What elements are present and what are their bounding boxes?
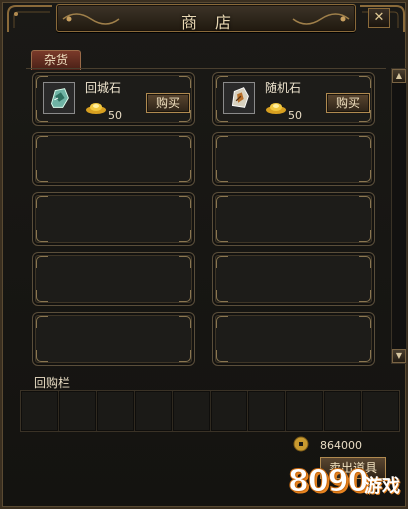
shop-slot-empty[interactable] — [32, 252, 195, 306]
shop-slot-empty[interactable] — [32, 132, 195, 186]
buy-button[interactable]: 购买 — [326, 93, 370, 113]
close-button[interactable]: ✕ — [368, 8, 390, 28]
buyback-slot[interactable] — [134, 391, 173, 431]
shop-slot-empty[interactable] — [32, 192, 195, 246]
item-price: 50 — [108, 109, 122, 122]
close-icon: ✕ — [373, 10, 385, 25]
item-price: 50 — [288, 109, 302, 122]
chevron-up-icon: ▲ — [395, 71, 403, 80]
gold-amount: 864000 — [320, 439, 362, 452]
scroll-down-button[interactable]: ▼ — [392, 349, 406, 363]
coin-icon — [293, 436, 309, 452]
scrollbar[interactable]: ▲ ▼ — [391, 68, 407, 364]
shop-slot-2[interactable]: 随机石 50 购买 — [212, 72, 375, 126]
buyback-slot[interactable] — [172, 391, 211, 431]
corner-ornament-left-icon — [7, 5, 52, 32]
watermark-brand: 8090 — [288, 464, 369, 500]
shop-window: 商店 ✕ 杂货 回城石 50 购买 随机石 50 购买 ▲ ▼ 回购栏 8640… — [0, 0, 408, 509]
shop-slot-empty[interactable] — [212, 132, 375, 186]
shop-slot-empty[interactable] — [32, 312, 195, 366]
title-bar[interactable]: 商店 — [56, 4, 356, 32]
tab-general-goods[interactable]: 杂货 — [31, 50, 81, 70]
return-stone-icon — [43, 82, 75, 114]
buyback-slot[interactable] — [58, 391, 97, 431]
gold-ingot-icon — [86, 103, 106, 114]
buyback-slot[interactable] — [324, 391, 363, 431]
gold-ingot-icon — [266, 103, 286, 114]
buyback-label: 回购栏 — [34, 376, 71, 390]
random-stone-icon — [223, 82, 255, 114]
scroll-up-button[interactable]: ▲ — [392, 69, 406, 83]
shop-slot-empty[interactable] — [212, 192, 375, 246]
buyback-slot[interactable] — [21, 391, 59, 431]
item-name: 随机石 — [265, 81, 302, 95]
shop-slot-1[interactable]: 回城石 50 购买 — [32, 72, 195, 126]
buyback-slot[interactable] — [248, 391, 287, 431]
chevron-down-icon: ▼ — [395, 351, 403, 360]
tab-label: 杂货 — [43, 53, 68, 67]
buyback-bar — [20, 390, 400, 432]
shop-slot-empty[interactable] — [212, 252, 375, 306]
site-watermark: 8090 游戏 — [284, 462, 404, 508]
title-ornament-right-icon — [292, 13, 350, 25]
buyback-slot[interactable] — [96, 391, 135, 431]
buy-button[interactable]: 购买 — [146, 93, 190, 113]
watermark-suffix: 游戏 — [364, 476, 400, 497]
buyback-slot[interactable] — [362, 391, 400, 431]
item-name: 回城石 — [85, 81, 122, 95]
buy-label: 购买 — [335, 96, 360, 110]
buy-label: 购买 — [155, 96, 180, 110]
buyback-slot[interactable] — [210, 391, 249, 431]
shop-slot-empty[interactable] — [212, 312, 375, 366]
buyback-slot[interactable] — [286, 391, 325, 431]
